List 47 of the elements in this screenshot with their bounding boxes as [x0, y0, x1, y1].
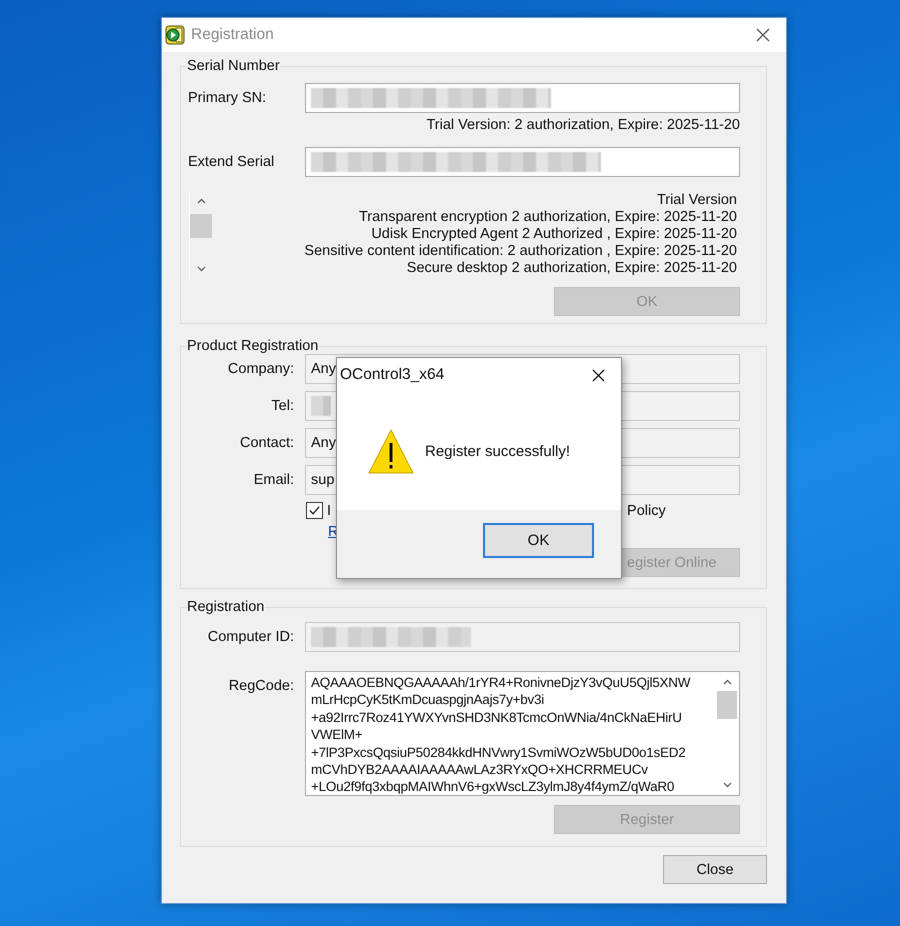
- trial-info: Trial Version: 2 authorization, Expire: 2025-11-20: [425, 117, 740, 133]
- input-field[interactable]: [305, 147, 740, 177]
- field-value: Any: [311, 361, 336, 377]
- text-line: VWElM+: [311, 726, 364, 744]
- redacted-value: [311, 396, 331, 416]
- group-title: Product Registration: [187, 338, 318, 354]
- dialog-title: OControl3_x64: [340, 366, 446, 384]
- field-label: Computer ID:: [206, 629, 294, 645]
- text-area[interactable]: [305, 671, 740, 796]
- license-line: Transparent encryption 2 authorization, Expire: 2025-11-20: [358, 209, 737, 226]
- field-label: Tel:: [270, 398, 294, 414]
- text-line: +7lP3PxcsQqsiuP50284kkdHNVwry1SvmiWOzW5bUD0o1sED2: [311, 744, 687, 762]
- checkbox-label: Policy: [627, 502, 666, 518]
- warning-icon: [368, 428, 414, 474]
- field-label: RegCode:: [228, 678, 294, 694]
- text-line: +LOu2f9fq3xbqpMAIWhnV6+gxWscLZ3ylmJ8y4f4ymZ/qWaR0: [311, 778, 676, 796]
- field-label: Extend Serial: [188, 154, 276, 170]
- checkbox[interactable]: [306, 502, 323, 519]
- field-label: Contact:: [239, 435, 294, 451]
- app-icon: [165, 25, 185, 45]
- dialog-message: Register successfully!: [425, 442, 570, 460]
- text-line: AQAAAOEBNQGAAAAAh/1rYR4+RonivneDjzY3vQuU5Qjl5XNW: [311, 674, 692, 692]
- license-line: Secure desktop 2 authorization, Expire: 2025-11-20: [406, 260, 737, 277]
- field-label: Company:: [226, 361, 294, 377]
- license-line: Sensitive content identification: 2 authorization , Expire: 2025-11-20: [303, 243, 737, 260]
- field-label: Email:: [252, 472, 294, 488]
- text-line: +a92Irrc7Roz41YWXYvnSHD3NK8TcmcOnWNia/4nCkNaEHirU: [311, 708, 683, 726]
- window-title: Registration: [191, 26, 275, 44]
- input-field[interactable]: [305, 83, 740, 113]
- close-icon[interactable]: [756, 28, 770, 42]
- field-label: Primary SN:: [188, 90, 268, 106]
- text-line: mLrHcpCyK5tKmDcuaspgjnAajs7y+bv3i: [311, 691, 545, 709]
- group-title: Registration: [187, 599, 264, 615]
- field-value: Any: [311, 435, 336, 451]
- checkmark-icon: [308, 504, 321, 517]
- scroll-thumb[interactable]: [717, 691, 737, 719]
- checkbox-label: I: [327, 502, 332, 518]
- input-field[interactable]: [305, 622, 740, 652]
- field-value: sup: [311, 472, 334, 488]
- scroll-thumb[interactable]: [190, 214, 212, 238]
- text-line: mCVhDYB2AAAAIAAAAAwLAz3RYxQO+XHCRRMEUCv: [311, 761, 649, 778]
- group-title: Serial Number: [187, 58, 280, 74]
- close-icon[interactable]: [592, 368, 605, 382]
- license-line: Udisk Encrypted Agent 2 Authorized , Expire: 2025-11-20: [370, 226, 737, 243]
- close-button[interactable]: Close: [663, 855, 767, 884]
- ok-button[interactable]: OK: [483, 523, 594, 558]
- license-line: Trial Version: [656, 192, 737, 209]
